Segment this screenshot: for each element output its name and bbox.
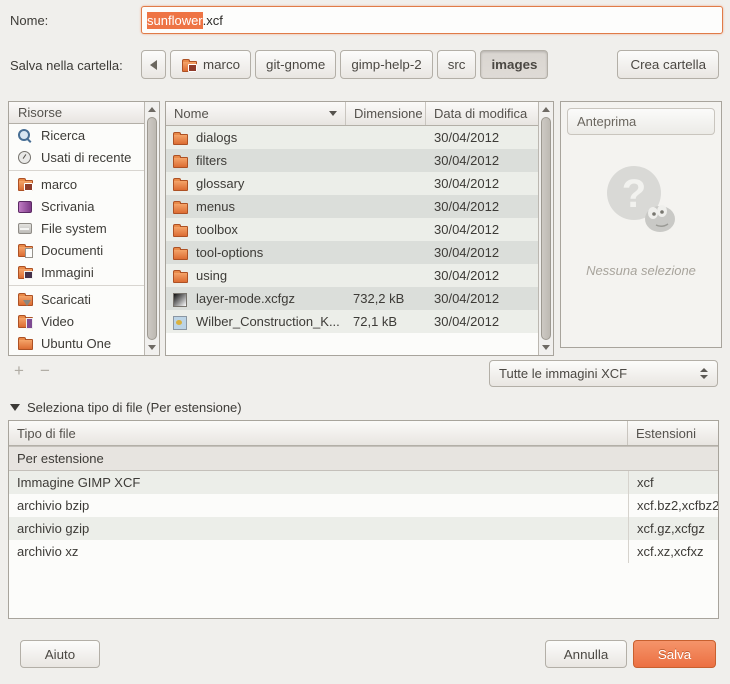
home-folder-icon — [181, 57, 198, 73]
home-folder-icon — [17, 176, 34, 192]
folder-icon — [172, 130, 189, 146]
sidebar-item-file-system[interactable]: File system — [9, 217, 145, 239]
table-row[interactable]: menus30/04/2012 — [166, 195, 538, 218]
gimp-wilber-question-icon: ? — [598, 163, 684, 239]
table-row[interactable]: archivio xzxcf.xz,xcfxz — [9, 540, 718, 563]
search-icon — [17, 127, 34, 143]
sidebar-item-marco[interactable]: marco — [9, 173, 145, 195]
table-row[interactable]: archivio gzipxcf.gz,xcfgz — [9, 517, 718, 540]
column-header-extensions[interactable]: Estensioni — [628, 421, 718, 445]
table-row[interactable]: glossary30/04/2012 — [166, 172, 538, 195]
folder-icon — [172, 199, 189, 215]
expander-label: Seleziona tipo di file (Per estensione) — [27, 400, 242, 415]
scroll-up-icon[interactable] — [146, 103, 158, 116]
desktop-icon — [17, 198, 34, 214]
filelist-scrollbar-thumb[interactable] — [541, 117, 551, 340]
sidebar-item-scaricati[interactable]: Scaricati — [9, 288, 145, 310]
column-header-size[interactable]: Dimensione — [346, 102, 426, 125]
sidebar-scrollbar[interactable] — [144, 102, 159, 355]
filename-selected-text: sunflower — [147, 12, 203, 29]
docs-folder-icon — [17, 242, 34, 258]
expander-arrow-icon — [10, 404, 20, 411]
filename-suffix-text: .xcf — [203, 13, 223, 28]
scroll-up-icon[interactable] — [540, 103, 552, 116]
image-icon — [172, 314, 189, 330]
column-header-date[interactable]: Data di modifica — [426, 102, 538, 125]
scroll-down-icon[interactable] — [146, 341, 158, 354]
sidebar-item-video[interactable]: Video — [9, 310, 145, 332]
dropdown-spinner-icon — [700, 368, 708, 379]
table-row[interactable]: layer-mode.xcfgz732,2 kB30/04/2012 — [166, 287, 538, 310]
breadcrumb-gimp-help-2[interactable]: gimp-help-2 — [340, 50, 432, 79]
table-row[interactable]: dialogs30/04/2012 — [166, 126, 538, 149]
video-folder-icon — [17, 313, 34, 329]
breadcrumb-back-button[interactable] — [141, 50, 166, 79]
table-row[interactable]: Per estensione — [9, 446, 718, 471]
folder-icon — [172, 268, 189, 284]
help-button[interactable]: Aiuto — [20, 640, 100, 668]
table-row[interactable]: filters30/04/2012 — [166, 149, 538, 172]
no-selection-text: Nessuna selezione — [561, 263, 721, 278]
sidebar-separator — [9, 285, 145, 286]
drive-icon — [17, 220, 34, 236]
sidebar-item-scrivania[interactable]: Scrivania — [9, 195, 145, 217]
places-header[interactable]: Risorse — [9, 102, 159, 124]
filename-input[interactable]: sunflower.xcf — [141, 6, 723, 34]
scroll-down-icon[interactable] — [540, 341, 552, 354]
downloads-folder-icon — [17, 291, 34, 307]
create-folder-button[interactable]: Crea cartella — [617, 50, 719, 79]
folder-icon — [172, 153, 189, 169]
sort-descending-icon — [329, 111, 337, 116]
folder-icon — [172, 245, 189, 261]
places-sidebar: Risorse RicercaUsati di recente marcoScri… — [8, 101, 160, 356]
breadcrumb: marcogit-gnomegimp-help-2srcimages — [141, 50, 548, 79]
table-row[interactable]: Immagine GIMP XCFxcf — [9, 471, 718, 494]
filetype-expander[interactable]: Seleziona tipo di file (Per estensione) — [10, 400, 242, 415]
folder-icon — [17, 335, 34, 351]
filetype-table: Tipo di file Estensioni Per estensioneIm… — [8, 420, 719, 619]
table-row[interactable]: tool-options30/04/2012 — [166, 241, 538, 264]
folder-icon — [172, 176, 189, 192]
pics-folder-icon — [17, 264, 34, 280]
sidebar-item-usati-di-recente[interactable]: Usati di recente — [9, 146, 145, 168]
filelist-scrollbar[interactable] — [538, 102, 553, 355]
sidebar-item-ricerca[interactable]: Ricerca — [9, 124, 145, 146]
table-row[interactable]: Wilber_Construction_K...72,1 kB30/04/201… — [166, 310, 538, 333]
breadcrumb-images[interactable]: images — [480, 50, 548, 79]
sidebar-item-documenti[interactable]: Documenti — [9, 239, 145, 261]
svg-text:?: ? — [622, 172, 646, 216]
file-list: Nome Dimensione Data di modifica dialogs… — [165, 101, 554, 356]
table-row[interactable]: toolbox30/04/2012 — [166, 218, 538, 241]
breadcrumb-marco[interactable]: marco — [170, 50, 251, 79]
back-arrow-icon — [150, 60, 157, 70]
recent-icon — [17, 149, 34, 165]
sidebar-item-ubuntu-one[interactable]: Ubuntu One — [9, 332, 145, 354]
sidebar-scrollbar-thumb[interactable] — [147, 117, 157, 340]
breadcrumb-git-gnome[interactable]: git-gnome — [255, 50, 336, 79]
remove-place-button[interactable]: − — [40, 361, 50, 381]
file-filter-value: Tutte le immagini XCF — [499, 366, 627, 381]
save-button[interactable]: Salva — [633, 640, 716, 668]
file-filter-dropdown[interactable]: Tutte le immagini XCF — [489, 360, 718, 387]
folder-icon — [172, 222, 189, 238]
cancel-button[interactable]: Annulla — [545, 640, 627, 668]
column-header-filetype[interactable]: Tipo di file — [9, 421, 628, 445]
table-row[interactable]: using30/04/2012 — [166, 264, 538, 287]
preview-title: Anteprima — [567, 108, 715, 135]
table-row[interactable]: archivio bzipxcf.bz2,xcfbz2 — [9, 494, 718, 517]
gradient-icon — [172, 291, 189, 307]
sidebar-item-immagini[interactable]: Immagini — [9, 261, 145, 283]
column-header-name[interactable]: Nome — [166, 102, 346, 125]
breadcrumb-src[interactable]: src — [437, 50, 477, 79]
name-label: Nome: — [10, 13, 48, 28]
sidebar-separator — [9, 170, 145, 171]
add-place-button[interactable]: + — [14, 361, 24, 381]
preview-panel: Anteprima ? Nessuna selezione — [560, 101, 722, 348]
folder-label: Salva nella cartella: — [10, 58, 123, 73]
